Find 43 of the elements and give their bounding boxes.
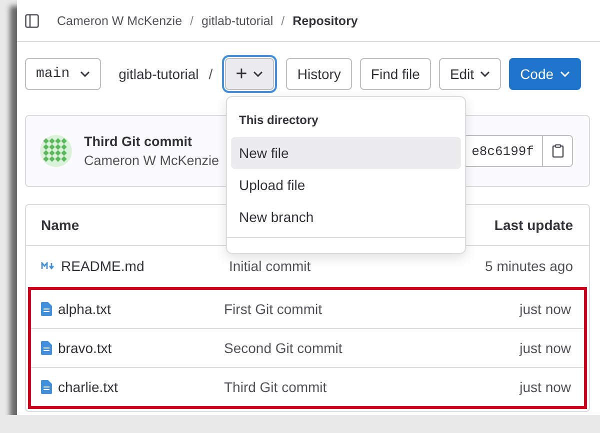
update-time: just now xyxy=(518,379,571,395)
breadcrumb-link[interactable]: gitlab-tutorial xyxy=(202,14,274,28)
file-name[interactable]: README.md xyxy=(41,258,229,274)
toolbar-button[interactable]: Edit xyxy=(438,58,502,90)
commit-message[interactable]: Third Git commit xyxy=(224,379,421,395)
code-button[interactable]: Code xyxy=(509,58,581,90)
file-icon xyxy=(41,302,52,316)
breadcrumb-link[interactable]: Repository xyxy=(292,14,358,28)
toolbar-button[interactable]: Find file xyxy=(360,58,431,90)
menu-item[interactable]: Upload file xyxy=(231,169,461,201)
path-separator: / xyxy=(208,66,213,82)
sidebar-toggle-icon[interactable] xyxy=(25,14,39,28)
markdown-icon xyxy=(41,262,55,270)
add-button[interactable]: + xyxy=(224,58,274,90)
update-time: just now xyxy=(518,340,571,356)
file-name[interactable]: bravo.txt xyxy=(41,340,224,356)
chevron-down-icon xyxy=(560,71,570,77)
commit-message[interactable]: First Git commit xyxy=(224,301,421,317)
chevron-down-icon xyxy=(253,71,264,77)
file-icon xyxy=(41,341,52,355)
branch-selector[interactable]: main xyxy=(25,58,101,90)
update-time: 5 minutes ago xyxy=(484,258,573,274)
commit-message[interactable]: Initial commit xyxy=(229,258,423,274)
menu-item[interactable]: New branch xyxy=(231,201,461,233)
commit-message[interactable]: Second Git commit xyxy=(224,340,421,356)
update-time: just now xyxy=(518,301,571,317)
file-icon xyxy=(41,380,52,394)
column-header: Name xyxy=(41,217,80,233)
breadcrumb-link[interactable]: Cameron W McKenzie xyxy=(57,14,182,28)
menu-header: This directory xyxy=(238,112,320,129)
file-name[interactable]: alpha.txt xyxy=(41,301,224,317)
avatar-icon xyxy=(40,135,72,167)
toolbar-button[interactable]: History xyxy=(286,58,352,90)
column-header: Last update xyxy=(493,217,573,233)
breadcrumb-separator: / xyxy=(190,14,194,28)
menu-item[interactable]: New file xyxy=(231,137,461,169)
copy-button[interactable] xyxy=(542,136,572,166)
chevron-down-icon xyxy=(480,71,490,77)
chevron-down-icon xyxy=(80,71,90,77)
copy-icon xyxy=(552,144,564,158)
breadcrumb-separator: / xyxy=(281,14,285,28)
repository-path[interactable]: gitlab-tutorial xyxy=(118,66,199,82)
file-name[interactable]: charlie.txt xyxy=(41,379,224,395)
